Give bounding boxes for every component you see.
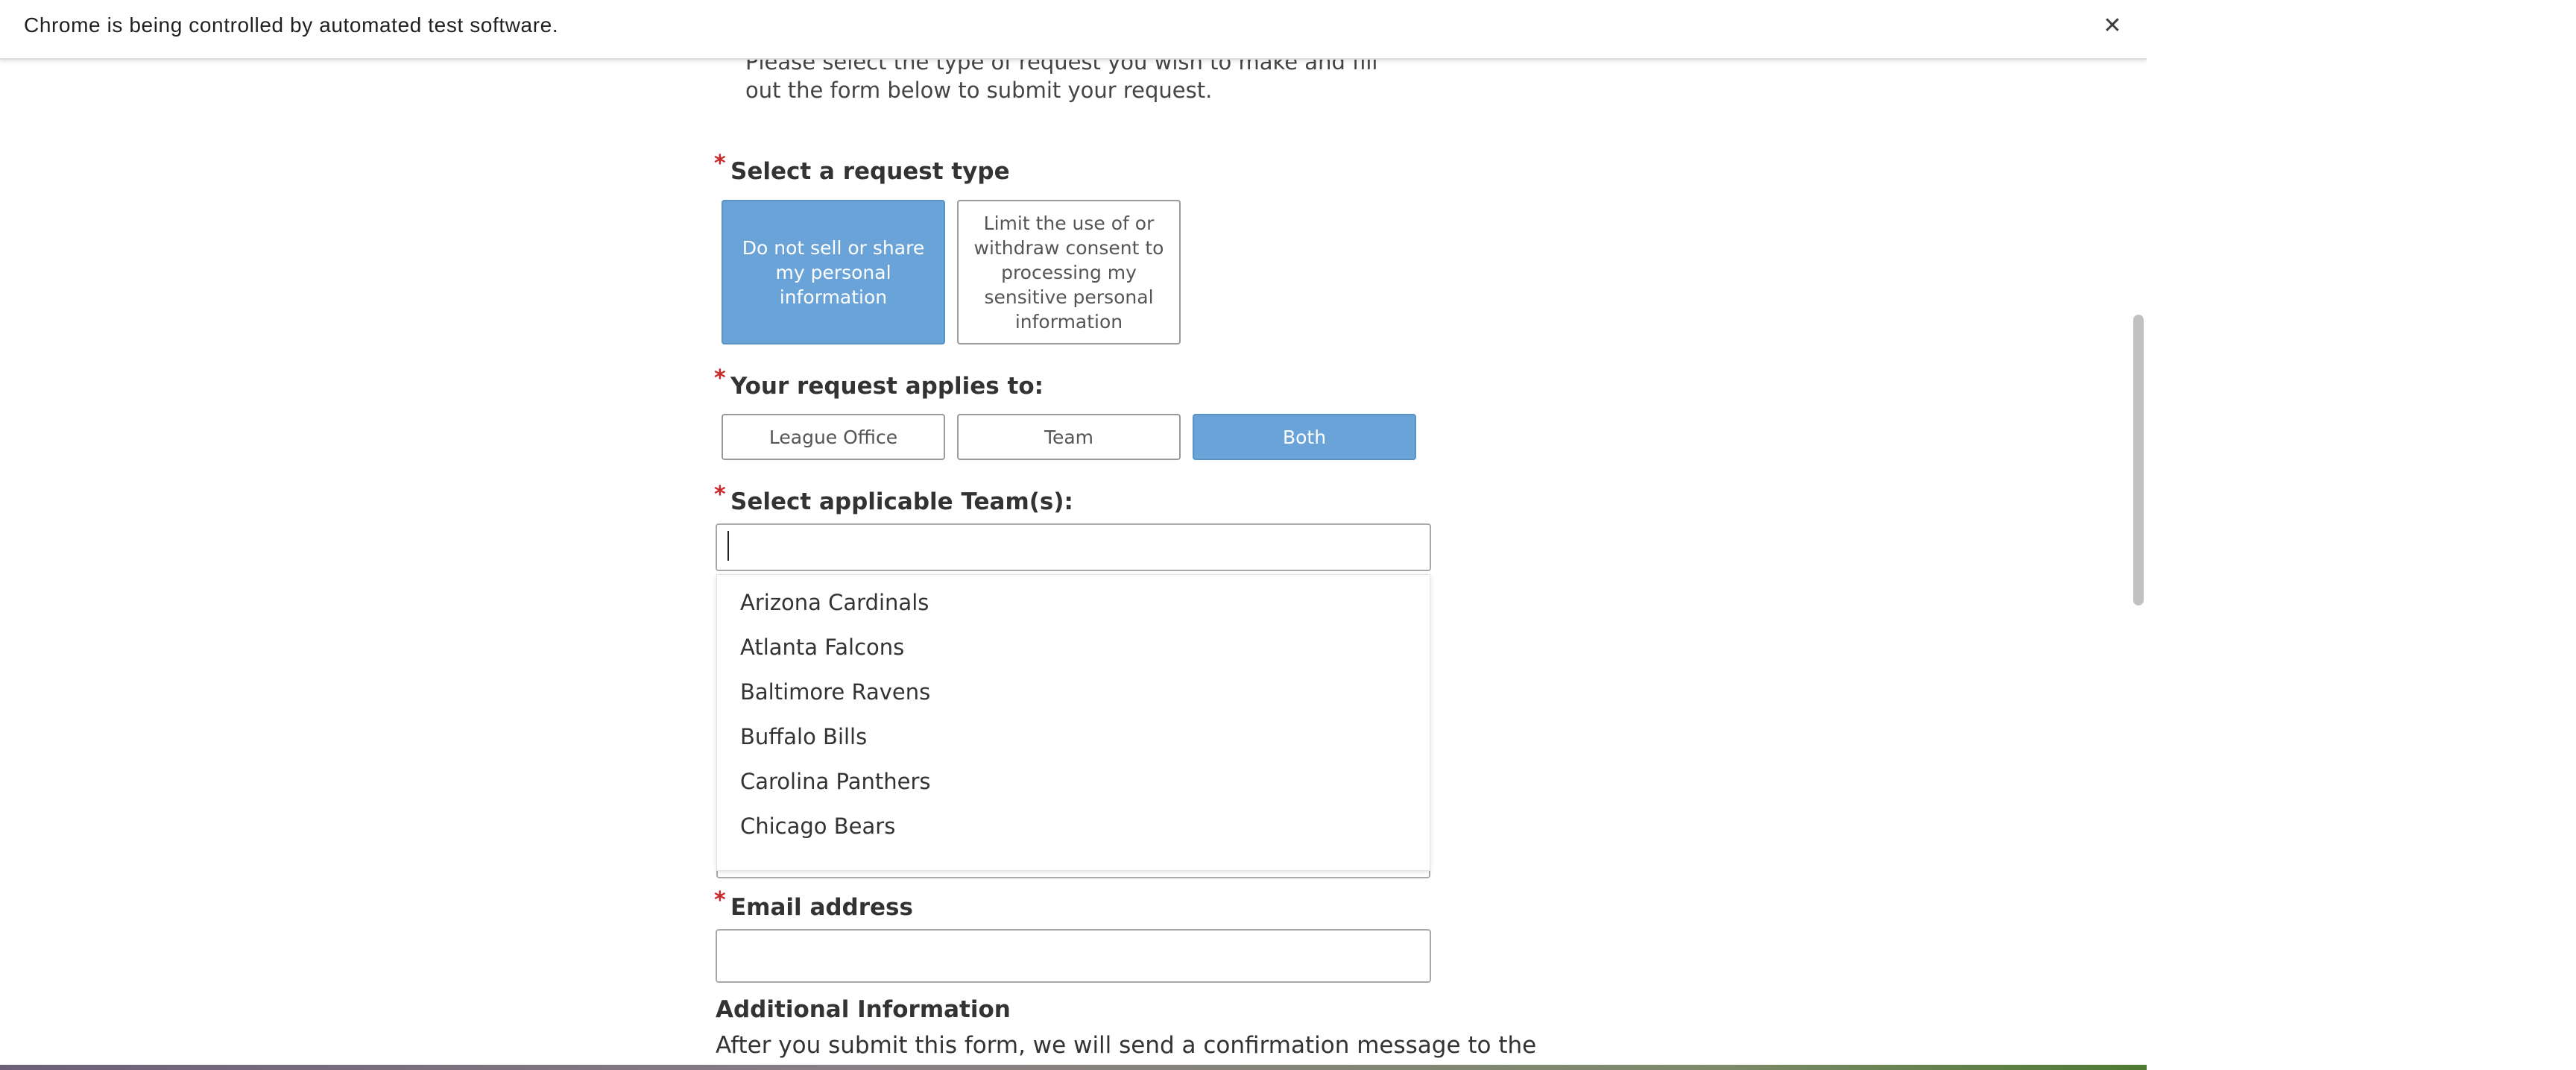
required-asterisk: *: [714, 482, 726, 508]
option-team[interactable]: Team: [957, 414, 1181, 460]
additional-info-text: After you submit this form, we will send…: [716, 1032, 1537, 1059]
dropdown-item-carolina-panthers[interactable]: Carolina Panthers: [740, 769, 931, 794]
dropdown-item-atlanta-falcons[interactable]: Atlanta Falcons: [740, 635, 904, 660]
option-league-office[interactable]: League Office: [722, 414, 945, 460]
email-label: Email address: [730, 894, 913, 921]
email-field[interactable]: [716, 929, 1431, 983]
infobar-message: Chrome is being controlled by automated …: [24, 13, 559, 37]
applies-to-label: Your request applies to:: [730, 373, 1044, 400]
browser-window: Please select the type of request you wi…: [0, 0, 2147, 1065]
request-type-label: Select a request type: [730, 158, 1010, 185]
close-icon[interactable]: ✕: [2096, 9, 2129, 42]
team-dropdown-list: Arizona Cardinals Atlanta Falcons Baltim…: [716, 574, 1430, 871]
desktop-wallpaper-strip: [0, 1065, 2147, 1070]
page-scrollbar[interactable]: [2133, 315, 2144, 605]
required-asterisk: *: [714, 887, 726, 913]
team-search-input[interactable]: [716, 523, 1431, 571]
automation-infobar: Chrome is being controlled by automated …: [0, 0, 2147, 60]
required-asterisk: *: [714, 151, 726, 177]
dropdown-item-chicago-bears[interactable]: Chicago Bears: [740, 813, 895, 839]
option-both[interactable]: Both: [1193, 414, 1416, 460]
dropdown-item-arizona-cardinals[interactable]: Arizona Cardinals: [740, 590, 929, 615]
teams-label: Select applicable Team(s):: [730, 488, 1073, 515]
screen-background: [2147, 0, 2576, 1070]
dropdown-item-buffalo-bills[interactable]: Buffalo Bills: [740, 724, 867, 749]
dropdown-item-baltimore-ravens[interactable]: Baltimore Ravens: [740, 679, 930, 705]
text-caret: [727, 531, 729, 561]
option-limit-use[interactable]: Limit the use of or withdraw consent to …: [957, 200, 1181, 344]
required-asterisk: *: [714, 365, 726, 391]
page-content: Please select the type of request you wi…: [0, 0, 2133, 1065]
option-do-not-sell[interactable]: Do not sell or share my personal informa…: [722, 200, 945, 344]
additional-info-title: Additional Information: [716, 996, 1011, 1023]
